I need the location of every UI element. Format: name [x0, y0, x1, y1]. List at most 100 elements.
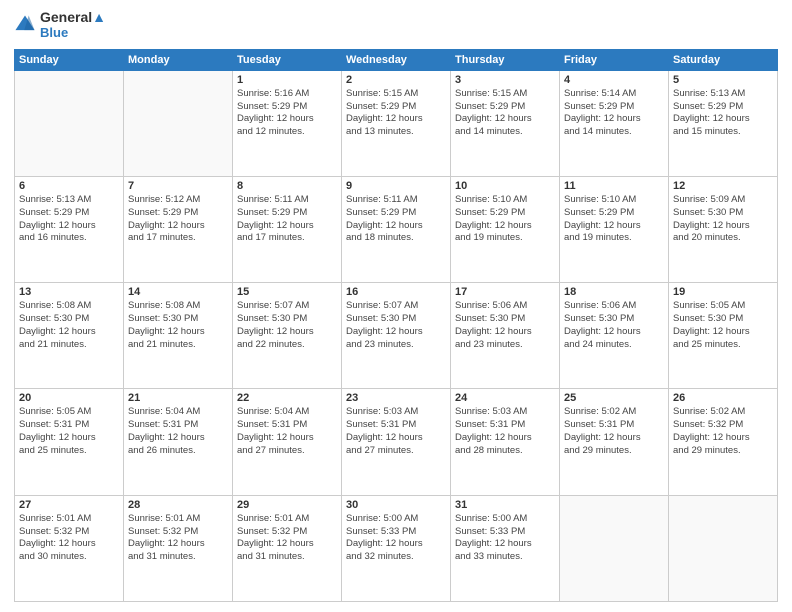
day-info: Sunrise: 5:00 AMSunset: 5:33 PMDaylight:… — [346, 513, 446, 564]
weekday-header: Friday — [560, 49, 669, 70]
day-info: Sunrise: 5:11 AMSunset: 5:29 PMDaylight:… — [237, 194, 337, 245]
day-number: 8 — [237, 180, 337, 192]
calendar-cell: 31 Sunrise: 5:00 AMSunset: 5:33 PMDayligh… — [451, 495, 560, 601]
day-number: 30 — [346, 499, 446, 511]
weekday-header: Monday — [124, 49, 233, 70]
calendar-cell — [15, 70, 124, 176]
day-number: 11 — [564, 180, 664, 192]
calendar-cell: 16Sunrise: 5:07 AMSunset: 5:30 PMDayligh… — [342, 283, 451, 389]
calendar-week-row: 6 Sunrise: 5:13 AMSunset: 5:29 PMDaylight… — [15, 177, 778, 283]
calendar-cell: 23 Sunrise: 5:03 AMSunset: 5:31 PMDayligh… — [342, 389, 451, 495]
calendar-cell: 2 Sunrise: 5:15 AMSunset: 5:29 PMDaylight… — [342, 70, 451, 176]
calendar-cell: 10Sunrise: 5:10 AMSunset: 5:29 PMDayligh… — [451, 177, 560, 283]
day-info: Sunrise: 5:16 AMSunset: 5:29 PMDaylight:… — [237, 88, 337, 139]
weekday-header: Saturday — [669, 49, 778, 70]
day-info: Sunrise: 5:09 AMSunset: 5:30 PMDaylight:… — [673, 194, 773, 245]
calendar-cell: 28Sunrise: 5:01 AMSunset: 5:32 PMDayligh… — [124, 495, 233, 601]
day-info: Sunrise: 5:12 AMSunset: 5:29 PMDaylight:… — [128, 194, 228, 245]
calendar-cell: 20 Sunrise: 5:05 AMSunset: 5:31 PMDayligh… — [15, 389, 124, 495]
calendar-cell: 6 Sunrise: 5:13 AMSunset: 5:29 PMDaylight… — [15, 177, 124, 283]
day-number: 18 — [564, 286, 664, 298]
day-number: 24 — [455, 392, 555, 404]
day-info: Sunrise: 5:13 AMSunset: 5:29 PMDaylight:… — [19, 194, 119, 245]
day-number: 26 — [673, 392, 773, 404]
day-number: 19 — [673, 286, 773, 298]
day-info: Sunrise: 5:01 AMSunset: 5:32 PMDaylight:… — [237, 513, 337, 564]
calendar-cell: 11 Sunrise: 5:10 AMSunset: 5:29 PMDayligh… — [560, 177, 669, 283]
day-info: Sunrise: 5:03 AMSunset: 5:31 PMDaylight:… — [455, 406, 555, 457]
day-info: Sunrise: 5:15 AMSunset: 5:29 PMDaylight:… — [346, 88, 446, 139]
day-number: 12 — [673, 180, 773, 192]
day-info: Sunrise: 5:01 AMSunset: 5:32 PMDaylight:… — [128, 513, 228, 564]
day-number: 22 — [237, 392, 337, 404]
weekday-header: Wednesday — [342, 49, 451, 70]
day-info: Sunrise: 5:06 AMSunset: 5:30 PMDaylight:… — [564, 300, 664, 351]
day-info: Sunrise: 5:02 AMSunset: 5:31 PMDaylight:… — [564, 406, 664, 457]
calendar-table: SundayMondayTuesdayWednesdayThursdayFrid… — [14, 49, 778, 602]
calendar-cell: 15 Sunrise: 5:07 AMSunset: 5:30 PMDayligh… — [233, 283, 342, 389]
page: General▲ Blue SundayMondayTuesdayWednesd… — [0, 0, 792, 612]
day-number: 21 — [128, 392, 228, 404]
day-info: Sunrise: 5:10 AMSunset: 5:29 PMDaylight:… — [564, 194, 664, 245]
day-info: Sunrise: 5:05 AMSunset: 5:31 PMDaylight:… — [19, 406, 119, 457]
day-number: 3 — [455, 74, 555, 86]
day-info: Sunrise: 5:10 AMSunset: 5:29 PMDaylight:… — [455, 194, 555, 245]
day-info: Sunrise: 5:15 AMSunset: 5:29 PMDaylight:… — [455, 88, 555, 139]
day-number: 2 — [346, 74, 446, 86]
day-info: Sunrise: 5:06 AMSunset: 5:30 PMDaylight:… — [455, 300, 555, 351]
day-number: 15 — [237, 286, 337, 298]
logo: General▲ Blue — [14, 10, 106, 41]
calendar-cell: 7Sunrise: 5:12 AMSunset: 5:29 PMDaylight… — [124, 177, 233, 283]
day-info: Sunrise: 5:08 AMSunset: 5:30 PMDaylight:… — [128, 300, 228, 351]
day-info: Sunrise: 5:04 AMSunset: 5:31 PMDaylight:… — [128, 406, 228, 457]
day-info: Sunrise: 5:04 AMSunset: 5:31 PMDaylight:… — [237, 406, 337, 457]
calendar-cell: 24 Sunrise: 5:03 AMSunset: 5:31 PMDayligh… — [451, 389, 560, 495]
calendar-cell: 13 Sunrise: 5:08 AMSunset: 5:30 PMDayligh… — [15, 283, 124, 389]
day-info: Sunrise: 5:13 AMSunset: 5:29 PMDaylight:… — [673, 88, 773, 139]
calendar-cell — [124, 70, 233, 176]
day-info: Sunrise: 5:14 AMSunset: 5:29 PMDaylight:… — [564, 88, 664, 139]
calendar-cell: 26 Sunrise: 5:02 AMSunset: 5:32 PMDayligh… — [669, 389, 778, 495]
calendar-cell: 8 Sunrise: 5:11 AMSunset: 5:29 PMDaylight… — [233, 177, 342, 283]
day-number: 9 — [346, 180, 446, 192]
calendar-cell: 22 Sunrise: 5:04 AMSunset: 5:31 PMDayligh… — [233, 389, 342, 495]
calendar-cell: 12 Sunrise: 5:09 AMSunset: 5:30 PMDayligh… — [669, 177, 778, 283]
calendar-cell: 25Sunrise: 5:02 AMSunset: 5:31 PMDayligh… — [560, 389, 669, 495]
calendar-cell: 19 Sunrise: 5:05 AMSunset: 5:30 PMDayligh… — [669, 283, 778, 389]
day-number: 13 — [19, 286, 119, 298]
calendar-cell: 17 Sunrise: 5:06 AMSunset: 5:30 PMDayligh… — [451, 283, 560, 389]
day-info: Sunrise: 5:03 AMSunset: 5:31 PMDaylight:… — [346, 406, 446, 457]
day-number: 20 — [19, 392, 119, 404]
day-number: 27 — [19, 499, 119, 511]
calendar-week-row: 1Sunrise: 5:16 AMSunset: 5:29 PMDaylight… — [15, 70, 778, 176]
logo-text: General▲ Blue — [40, 10, 106, 41]
calendar-week-row: 13 Sunrise: 5:08 AMSunset: 5:30 PMDayligh… — [15, 283, 778, 389]
day-info: Sunrise: 5:08 AMSunset: 5:30 PMDaylight:… — [19, 300, 119, 351]
calendar-week-row: 20 Sunrise: 5:05 AMSunset: 5:31 PMDayligh… — [15, 389, 778, 495]
day-info: Sunrise: 5:07 AMSunset: 5:30 PMDaylight:… — [237, 300, 337, 351]
day-info: Sunrise: 5:02 AMSunset: 5:32 PMDaylight:… — [673, 406, 773, 457]
logo-icon — [14, 14, 36, 36]
day-number: 16 — [346, 286, 446, 298]
calendar-cell: 21 Sunrise: 5:04 AMSunset: 5:31 PMDayligh… — [124, 389, 233, 495]
calendar-cell — [560, 495, 669, 601]
calendar-cell: 3 Sunrise: 5:15 AMSunset: 5:29 PMDaylight… — [451, 70, 560, 176]
calendar-cell: 9Sunrise: 5:11 AMSunset: 5:29 PMDaylight… — [342, 177, 451, 283]
calendar-cell — [669, 495, 778, 601]
day-info: Sunrise: 5:05 AMSunset: 5:30 PMDaylight:… — [673, 300, 773, 351]
calendar-cell: 29 Sunrise: 5:01 AMSunset: 5:32 PMDayligh… — [233, 495, 342, 601]
calendar-cell: 18 Sunrise: 5:06 AMSunset: 5:30 PMDayligh… — [560, 283, 669, 389]
calendar-cell: 4 Sunrise: 5:14 AMSunset: 5:29 PMDaylight… — [560, 70, 669, 176]
day-number: 31 — [455, 499, 555, 511]
calendar-cell: 30 Sunrise: 5:00 AMSunset: 5:33 PMDayligh… — [342, 495, 451, 601]
day-number: 5 — [673, 74, 773, 86]
day-number: 14 — [128, 286, 228, 298]
day-number: 6 — [19, 180, 119, 192]
day-info: Sunrise: 5:00 AMSunset: 5:33 PMDaylight:… — [455, 513, 555, 564]
day-number: 29 — [237, 499, 337, 511]
day-number: 17 — [455, 286, 555, 298]
calendar-cell: 27Sunrise: 5:01 AMSunset: 5:32 PMDayligh… — [15, 495, 124, 601]
day-number: 4 — [564, 74, 664, 86]
day-number: 23 — [346, 392, 446, 404]
calendar-cell: 5 Sunrise: 5:13 AMSunset: 5:29 PMDaylight… — [669, 70, 778, 176]
